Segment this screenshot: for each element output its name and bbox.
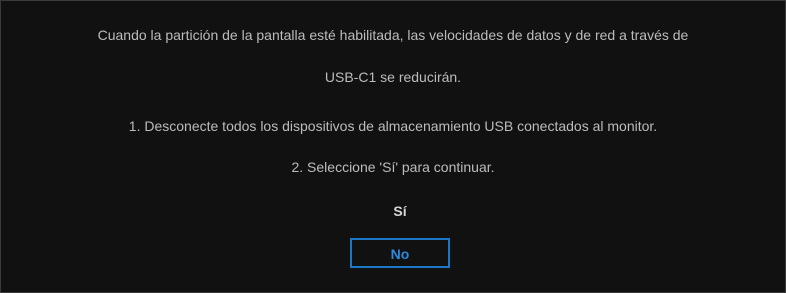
- instruction-1: 1. Desconecte todos los dispositivos de …: [128, 118, 658, 134]
- osd-confirmation-dialog: Cuando la partición de la pantalla esté …: [0, 0, 786, 293]
- yes-option-button[interactable]: Sí: [350, 198, 450, 224]
- message-line-2: USB-C1 se reducirán.: [324, 69, 462, 85]
- no-option-button[interactable]: No: [350, 238, 450, 268]
- instruction-2: 2. Seleccione 'Sí' para continuar.: [291, 159, 495, 175]
- message-line-1: Cuando la partición de la pantalla esté …: [97, 27, 689, 43]
